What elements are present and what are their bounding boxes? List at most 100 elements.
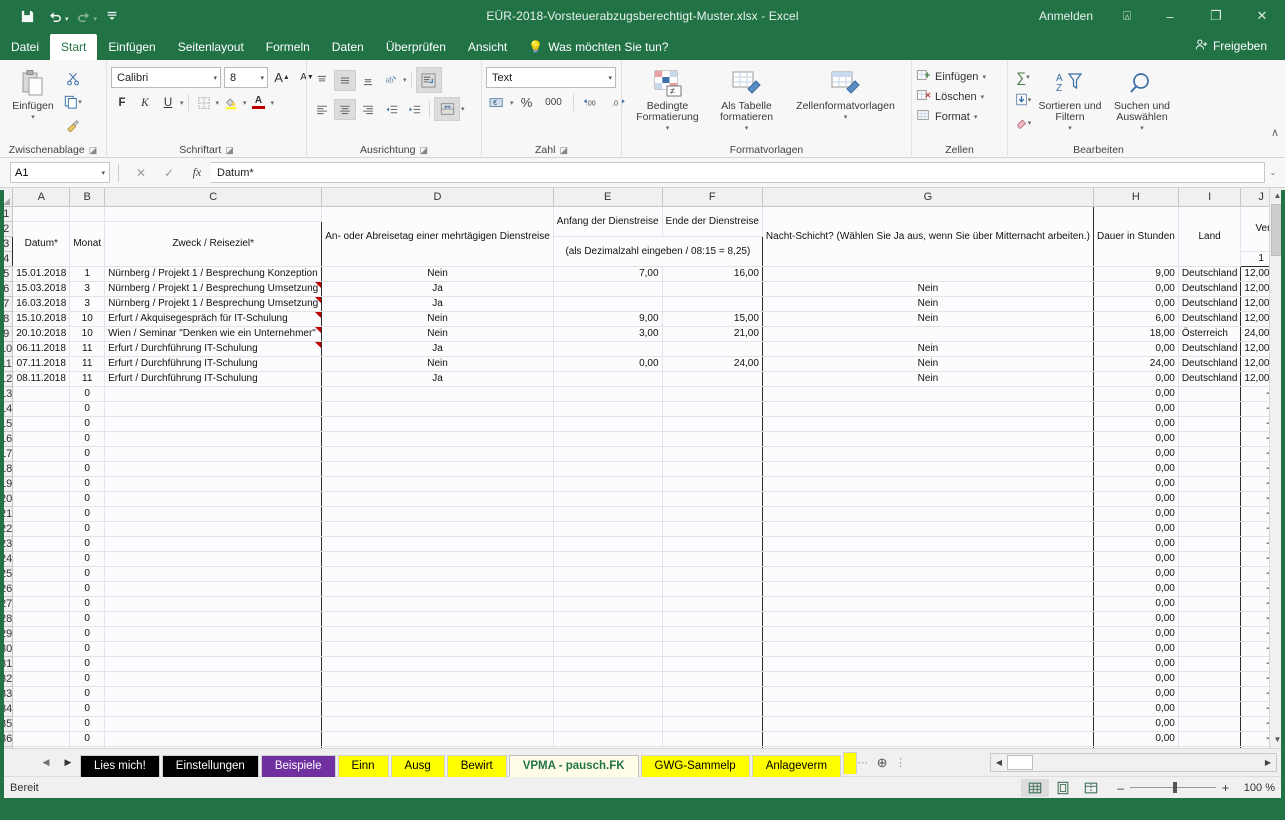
number-format-dropdown-icon[interactable]: ▾	[604, 74, 612, 82]
orientation-dropdown-icon[interactable]: ▾	[403, 76, 407, 84]
wrap-text-icon[interactable]	[416, 67, 442, 93]
cell-F32[interactable]	[662, 671, 762, 686]
cell-F31[interactable]	[662, 656, 762, 671]
cell-E26[interactable]	[553, 581, 662, 596]
cell-C31[interactable]	[105, 656, 322, 671]
sheet-tabs-overflow-icon[interactable]: ⋯	[857, 756, 869, 769]
cell-G19[interactable]	[762, 476, 1093, 491]
fill-dropdown-icon[interactable]: ▾	[1028, 96, 1032, 104]
cancel-edit-icon[interactable]: ✕	[127, 166, 155, 180]
column-header-e[interactable]: E	[553, 188, 662, 206]
cell-B18[interactable]: 0	[70, 461, 105, 476]
comment-indicator-icon[interactable]	[315, 297, 321, 303]
cell-C13[interactable]	[105, 386, 322, 401]
cell-H27[interactable]: 0,00	[1093, 596, 1178, 611]
cell-G28[interactable]	[762, 611, 1093, 626]
cell-D5[interactable]: Nein	[322, 266, 554, 281]
ribbon-tab-start[interactable]: Start	[50, 34, 97, 60]
share-button[interactable]: Freigeben	[1185, 34, 1277, 58]
cell-G9[interactable]	[762, 326, 1093, 341]
cell-B19[interactable]: 0	[70, 476, 105, 491]
font-color-dropdown-icon[interactable]: ▾	[271, 99, 275, 107]
cell-D14[interactable]	[322, 401, 554, 416]
cell-B1[interactable]	[70, 206, 105, 221]
cell-B31[interactable]: 0	[70, 656, 105, 671]
name-box-dropdown-icon[interactable]: ▾	[101, 169, 105, 177]
cell-H30[interactable]: 0,00	[1093, 641, 1178, 656]
comment-indicator-icon[interactable]	[315, 327, 321, 333]
cell-H6[interactable]: 0,00	[1093, 281, 1178, 296]
cell-A9[interactable]: 20.10.2018	[13, 326, 70, 341]
cell-D30[interactable]	[322, 641, 554, 656]
cell-E33[interactable]	[553, 686, 662, 701]
cell-E9[interactable]: 3,00	[553, 326, 662, 341]
bold-button[interactable]: F	[111, 92, 133, 113]
cell-B23[interactable]: 0	[70, 536, 105, 551]
cell-A23[interactable]	[13, 536, 70, 551]
cell-F28[interactable]	[662, 611, 762, 626]
sheet-tab-beispiele[interactable]: Beispiele	[261, 755, 336, 777]
cell-A19[interactable]	[13, 476, 70, 491]
add-sheet-icon[interactable]: ⊕	[869, 755, 895, 771]
cell-G24[interactable]	[762, 551, 1093, 566]
align-left-icon[interactable]	[311, 99, 333, 120]
tab-split-handle-icon[interactable]: ⋮	[895, 756, 907, 769]
cell-F30[interactable]	[662, 641, 762, 656]
font-size-dropdown-icon[interactable]: ▾	[256, 74, 264, 82]
cell-E24[interactable]	[553, 551, 662, 566]
cell-C7[interactable]: Nürnberg / Projekt 1 / Besprechung Umset…	[105, 296, 322, 311]
cell-I31[interactable]	[1178, 656, 1241, 671]
cell-A36[interactable]	[13, 731, 70, 746]
delete-cells-dropdown-icon[interactable]: ▾	[981, 93, 985, 101]
cell-G23[interactable]	[762, 536, 1093, 551]
cell-I25[interactable]	[1178, 566, 1241, 581]
cell-D34[interactable]	[322, 701, 554, 716]
format-as-table-button[interactable]: Als Tabelle formatieren ▾	[711, 64, 783, 134]
cell-D20[interactable]	[322, 491, 554, 506]
cell-H19[interactable]: 0,00	[1093, 476, 1178, 491]
normal-view-icon[interactable]	[1021, 779, 1049, 797]
cell-B7[interactable]: 3	[70, 296, 105, 311]
format-as-table-dropdown-icon[interactable]: ▾	[745, 123, 749, 134]
cell-H29[interactable]: 0,00	[1093, 626, 1178, 641]
cell-A24[interactable]	[13, 551, 70, 566]
cell-D35[interactable]	[322, 716, 554, 731]
cell-D29[interactable]	[322, 626, 554, 641]
horizontal-scroll-thumb[interactable]	[1007, 755, 1033, 770]
cell-H10[interactable]: 0,00	[1093, 341, 1178, 356]
cell-F14[interactable]	[662, 401, 762, 416]
cell-I33[interactable]	[1178, 686, 1241, 701]
cell-D18[interactable]	[322, 461, 554, 476]
column-header-i[interactable]: I	[1178, 188, 1241, 206]
cell-H26[interactable]: 0,00	[1093, 581, 1178, 596]
cell-C30[interactable]	[105, 641, 322, 656]
thousands-format-icon[interactable]: 000	[540, 92, 568, 113]
cell-I21[interactable]	[1178, 506, 1241, 521]
cell-E-header[interactable]: Anfang der Dienstreise	[553, 206, 662, 236]
cell-B35[interactable]: 0	[70, 716, 105, 731]
cell-D11[interactable]: Nein	[322, 356, 554, 371]
cell-I18[interactable]	[1178, 461, 1241, 476]
zoom-out-icon[interactable]: –	[1117, 781, 1124, 795]
cell-I24[interactable]	[1178, 551, 1241, 566]
cell-D33[interactable]	[322, 686, 554, 701]
cell-C9[interactable]: Wien / Seminar "Denken wie ein Unternehm…	[105, 326, 322, 341]
cell-C8[interactable]: Erfurt / Akquisegespräch für IT-Schulung	[105, 311, 322, 326]
cell-G27[interactable]	[762, 596, 1093, 611]
percent-format-icon[interactable]: %	[516, 92, 538, 113]
redo-dropdown-icon[interactable]: ▾	[94, 15, 98, 23]
ribbon-tab-datei[interactable]: Datei	[0, 34, 50, 60]
cell-A16[interactable]	[13, 431, 70, 446]
align-bottom-icon[interactable]	[357, 70, 379, 91]
sheet-tab-einstellungen[interactable]: Einstellungen	[162, 755, 259, 777]
autosum-dropdown-icon[interactable]: ▾	[1026, 73, 1030, 81]
zoom-slider-thumb[interactable]	[1173, 782, 1177, 793]
cell-I7[interactable]: Deutschland	[1178, 296, 1241, 311]
cell-F22[interactable]	[662, 521, 762, 536]
cell-D15[interactable]	[322, 416, 554, 431]
cell-C32[interactable]	[105, 671, 322, 686]
copy-dropdown-icon[interactable]: ▾	[78, 98, 82, 106]
cell-B26[interactable]: 0	[70, 581, 105, 596]
cell-C23[interactable]	[105, 536, 322, 551]
cell-B16[interactable]: 0	[70, 431, 105, 446]
